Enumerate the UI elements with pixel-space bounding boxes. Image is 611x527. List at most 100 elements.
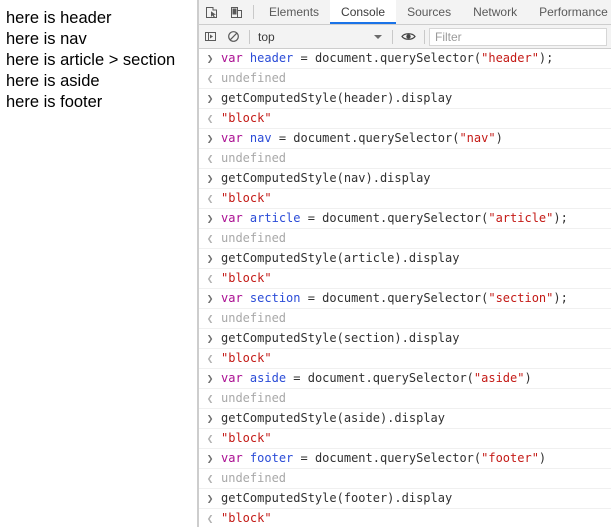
console-input-row[interactable]: ❯ getComputedStyle(section).display xyxy=(199,329,611,349)
console-input-row[interactable]: ❯ var nav = document.querySelector("nav") xyxy=(199,129,611,149)
console-message-text: var footer = document.querySelector("foo… xyxy=(221,450,546,467)
token-str: "block" xyxy=(221,351,272,365)
result-chevron-icon: ❮ xyxy=(206,72,214,85)
console-message-text: undefined xyxy=(221,230,286,247)
result-chevron-icon: ❮ xyxy=(206,272,214,285)
console-result-row[interactable]: ❮ "block" xyxy=(199,509,611,527)
console-input-row[interactable]: ❯ var section = document.querySelector("s… xyxy=(199,289,611,309)
input-chevron-icon: ❯ xyxy=(206,132,214,145)
input-chevron-icon: ❯ xyxy=(206,172,214,185)
token-var: section xyxy=(249,291,301,305)
token-var: header xyxy=(249,51,294,65)
input-chevron-icon: ❯ xyxy=(206,212,214,225)
tab-console-label: Console xyxy=(341,5,386,19)
tab-performance[interactable]: Performance xyxy=(528,0,611,24)
console-result-row[interactable]: ❮ "block" xyxy=(199,349,611,369)
token-plain: ) xyxy=(495,131,503,145)
console-message-text: undefined xyxy=(221,150,286,167)
console-result-row[interactable]: ❮ "block" xyxy=(199,269,611,289)
console-filter-placeholder: Filter xyxy=(435,29,462,44)
console-filter-input[interactable]: Filter xyxy=(429,27,607,46)
token-str: "block" xyxy=(221,271,272,285)
execution-context-label: top xyxy=(258,29,275,44)
console-result-row[interactable]: ❮ "block" xyxy=(199,189,611,209)
tab-console[interactable]: Console xyxy=(330,0,397,24)
console-input-row[interactable]: ❯ var aside = document.querySelector("asi… xyxy=(199,369,611,389)
token-str: "nav" xyxy=(459,131,496,145)
token-plain: ); xyxy=(553,291,568,305)
token-plain: getComputedStyle(footer).display xyxy=(221,491,453,505)
console-message-text: undefined xyxy=(221,70,286,87)
console-message-text: getComputedStyle(footer).display xyxy=(221,490,452,507)
token-kw: var xyxy=(221,371,243,385)
device-toolbar-icon[interactable] xyxy=(224,0,249,24)
execution-context-selector[interactable]: top xyxy=(254,30,388,44)
token-var: footer xyxy=(249,451,294,465)
token-kw: var xyxy=(221,131,243,145)
console-input-row[interactable]: ❯ getComputedStyle(header).display xyxy=(199,89,611,109)
token-plain: getComputedStyle(header).display xyxy=(221,91,453,105)
result-chevron-icon: ❮ xyxy=(206,232,214,245)
console-result-row[interactable]: ❮ "block" xyxy=(199,429,611,449)
console-input-row[interactable]: ❯ getComputedStyle(footer).display xyxy=(199,489,611,509)
tab-network[interactable]: Network xyxy=(462,0,528,24)
console-message-text: getComputedStyle(section).display xyxy=(221,330,459,347)
token-plain: getComputedStyle(aside).display xyxy=(221,411,445,425)
console-result-row[interactable]: ❮ "block" xyxy=(199,109,611,129)
token-plain: ); xyxy=(538,51,554,65)
console-message-text: "block" xyxy=(221,510,272,527)
console-result-row[interactable]: ❮ undefined xyxy=(199,69,611,89)
console-input-row[interactable]: ❯ var header = document.querySelector("he… xyxy=(199,49,611,69)
tab-elements[interactable]: Elements xyxy=(258,0,330,24)
console-input-row[interactable]: ❯ var footer = document.querySelector("fo… xyxy=(199,449,611,469)
console-result-row[interactable]: ❮ undefined xyxy=(199,149,611,169)
page-text-line: here is article > section xyxy=(6,51,176,69)
clear-console-icon[interactable] xyxy=(222,30,245,43)
console-result-row[interactable]: ❮ undefined xyxy=(199,229,611,249)
console-sidebar-icon[interactable] xyxy=(199,30,222,43)
console-input-row[interactable]: ❯ var article = document.querySelector("a… xyxy=(199,209,611,229)
console-message-text: getComputedStyle(article).display xyxy=(221,250,459,267)
page-text-line: here is aside xyxy=(6,72,100,90)
token-plain: undefined xyxy=(221,71,287,85)
token-plain: = document.querySelector( xyxy=(271,131,460,145)
input-chevron-icon: ❯ xyxy=(206,292,214,305)
token-var: article xyxy=(249,211,301,225)
console-input-row[interactable]: ❯ getComputedStyle(article).display xyxy=(199,249,611,269)
result-chevron-icon: ❮ xyxy=(206,472,214,485)
page-text-line: here is nav xyxy=(6,30,87,48)
page-text-line: here is header xyxy=(6,9,112,27)
result-chevron-icon: ❮ xyxy=(206,152,214,165)
console-message-list[interactable]: ❯ var header = document.querySelector("he… xyxy=(199,49,611,527)
token-plain: ); xyxy=(553,211,568,225)
console-result-row[interactable]: ❮ undefined xyxy=(199,309,611,329)
token-plain: getComputedStyle(article).display xyxy=(221,251,460,265)
token-plain: getComputedStyle(section).display xyxy=(221,331,460,345)
console-message-text: var header = document.querySelector("hea… xyxy=(221,50,553,67)
console-message-text: "block" xyxy=(221,110,272,127)
console-input-row[interactable]: ❯ getComputedStyle(nav).display xyxy=(199,169,611,189)
tab-sources[interactable]: Sources xyxy=(396,0,462,24)
tab-network-label: Network xyxy=(473,5,518,19)
console-message-text: var aside = document.querySelector("asid… xyxy=(221,370,532,387)
token-str: "header" xyxy=(481,51,539,65)
filterbar-separator-1 xyxy=(249,29,250,44)
console-message-text: getComputedStyle(aside).display xyxy=(221,410,445,427)
input-chevron-icon: ❯ xyxy=(206,252,214,265)
token-plain: ) xyxy=(524,371,532,385)
token-kw: var xyxy=(221,291,243,305)
console-input-row[interactable]: ❯ getComputedStyle(aside).display xyxy=(199,409,611,429)
token-var: aside xyxy=(249,371,287,385)
console-result-row[interactable]: ❮ undefined xyxy=(199,389,611,409)
result-chevron-icon: ❮ xyxy=(206,392,214,405)
token-str: "aside" xyxy=(473,371,525,385)
console-message-text: getComputedStyle(header).display xyxy=(221,90,452,107)
inspect-element-icon[interactable] xyxy=(199,0,224,24)
token-var: nav xyxy=(249,131,272,145)
live-expression-eye-icon[interactable] xyxy=(397,30,420,43)
page-text-line: here is footer xyxy=(6,93,103,111)
token-plain: ) xyxy=(538,451,547,465)
tab-performance-label: Performance xyxy=(539,5,608,19)
console-result-row[interactable]: ❮ undefined xyxy=(199,469,611,489)
